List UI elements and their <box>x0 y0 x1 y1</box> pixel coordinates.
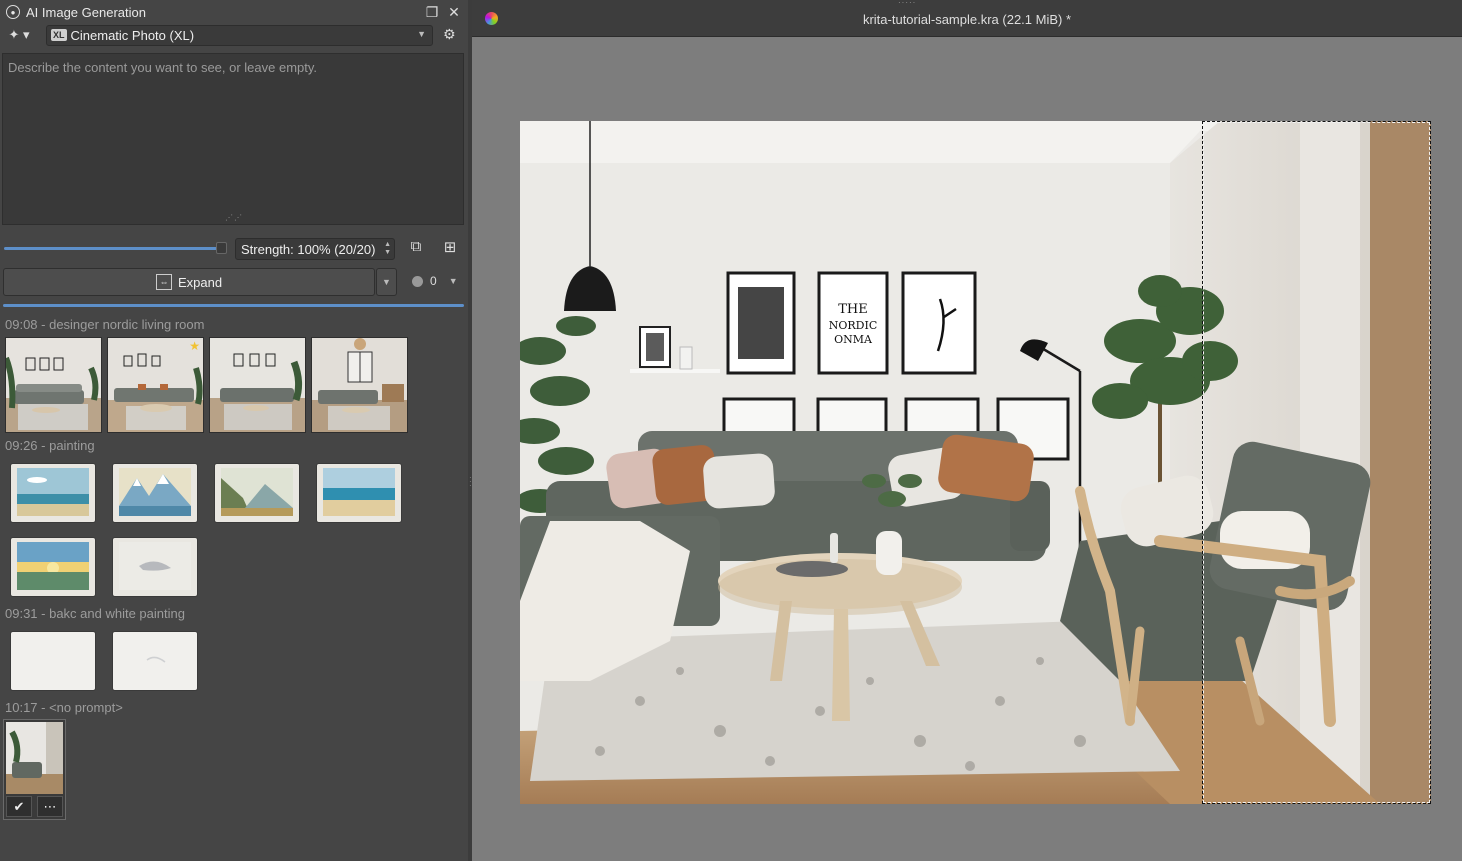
strength-slider-handle[interactable] <box>216 242 227 254</box>
queue-indicator[interactable]: 0 ▼ <box>412 274 458 288</box>
close-icon[interactable]: ✕ <box>446 4 462 20</box>
history-thumbnail[interactable] <box>311 337 408 433</box>
favorite-star-icon[interactable]: ★ <box>189 339 200 353</box>
gear-icon[interactable]: ⚙ <box>443 26 456 43</box>
docker-title: AI Image Generation <box>26 4 146 20</box>
selected-history-thumbnail[interactable]: ✔ ⋯ <box>3 719 66 820</box>
history-thumbnail[interactable] <box>113 632 197 690</box>
history-thumbnail[interactable] <box>113 538 197 596</box>
more-options-icon[interactable]: ⋯ <box>37 796 63 817</box>
style-name: Cinematic Photo (XL) <box>70 27 195 43</box>
queue-count: 0 <box>430 274 437 288</box>
svg-text:THE: THE <box>838 302 868 317</box>
history-group-label: 10:17 - <no prompt> <box>5 700 123 715</box>
prompt-box: ⋰⋰ <box>2 53 464 225</box>
history-thumbnail[interactable] <box>5 337 102 433</box>
ai-image-generation-docker: ● AI Image Generation ❐ ✕ ✦ ▾ XL Cinemat… <box>0 0 468 861</box>
workspace-dropdown[interactable]: ▼ <box>376 268 397 296</box>
chevron-down-icon: ▼ <box>448 276 458 286</box>
drag-handle-icon[interactable]: ····· <box>898 0 916 7</box>
docker-titlebar: ● AI Image Generation ❐ ✕ <box>0 0 468 24</box>
history-thumbnail[interactable] <box>317 464 401 522</box>
history-thumbnail[interactable] <box>11 538 95 596</box>
strength-row: Strength: 100% (20/20) ▲ ▼ ⧉ ⊞ <box>0 238 468 260</box>
history-thumbnail[interactable] <box>11 464 95 522</box>
canvas-area[interactable]: ····· krita-tutorial-sample.kra (22.1 Mi… <box>472 0 1462 861</box>
chevron-down-icon: ▼ <box>417 28 426 39</box>
float-docker-icon[interactable]: ❐ <box>424 4 440 20</box>
krita-window: ● AI Image Generation ❐ ✕ ✦ ▾ XL Cinemat… <box>0 0 1462 861</box>
history-group-label: 09:26 - painting <box>5 438 95 453</box>
selection-marquee[interactable] <box>1202 121 1431 804</box>
strength-spinbox[interactable]: Strength: 100% (20/20) ▲ ▼ <box>235 238 395 260</box>
xl-badge: XL <box>51 29 67 41</box>
magic-wand-icon[interactable]: ✦ ▾ <box>0 25 38 45</box>
resize-grip-icon[interactable]: ⋰⋰ <box>225 213 243 222</box>
style-row: ✦ ▾ XL Cinematic Photo (XL) ▼ ⚙ <box>0 24 468 46</box>
history-thumbnail[interactable] <box>209 337 306 433</box>
expand-button[interactable]: ⇔ Expand <box>3 268 375 296</box>
strength-value: Strength: 100% (20/20) <box>241 242 376 257</box>
spin-arrows-icon[interactable]: ▲ ▼ <box>384 241 391 257</box>
svg-text:ONMA: ONMA <box>834 333 873 346</box>
history-thumbnail[interactable] <box>215 464 299 522</box>
document-tabbar: ····· krita-tutorial-sample.kra (22.1 Mi… <box>472 0 1462 37</box>
queue-dot-icon <box>412 275 423 287</box>
prompt-input[interactable] <box>3 54 463 224</box>
history-group-label: 09:31 - bakc and white painting <box>5 606 185 621</box>
add-region-layer-icon[interactable]: ⧉ <box>406 238 426 258</box>
generate-row: ⇔ Expand ▼ 0 ▼ <box>0 268 468 296</box>
document-title: krita-tutorial-sample.kra (22.1 MiB) * <box>862 12 1072 27</box>
svg-text:NORDIC: NORDIC <box>829 319 878 332</box>
history-thumbnail[interactable] <box>11 632 95 690</box>
apply-check-icon[interactable]: ✔ <box>6 796 32 817</box>
strength-slider-track[interactable] <box>4 247 217 250</box>
progress-bar <box>3 304 464 307</box>
expand-icon: ⇔ <box>155 274 172 290</box>
add-text-region-icon[interactable]: ⊞ <box>440 238 460 258</box>
history-group-label: 09:08 - desinger nordic living room <box>5 317 205 332</box>
ai-plugin-icon: ● <box>6 5 20 19</box>
style-select[interactable]: XL Cinematic Photo (XL) ▼ <box>46 24 433 46</box>
expand-label: Expand <box>177 274 223 290</box>
history-thumbnail[interactable]: ★ <box>107 337 204 433</box>
history-thumbnail[interactable] <box>113 464 197 522</box>
